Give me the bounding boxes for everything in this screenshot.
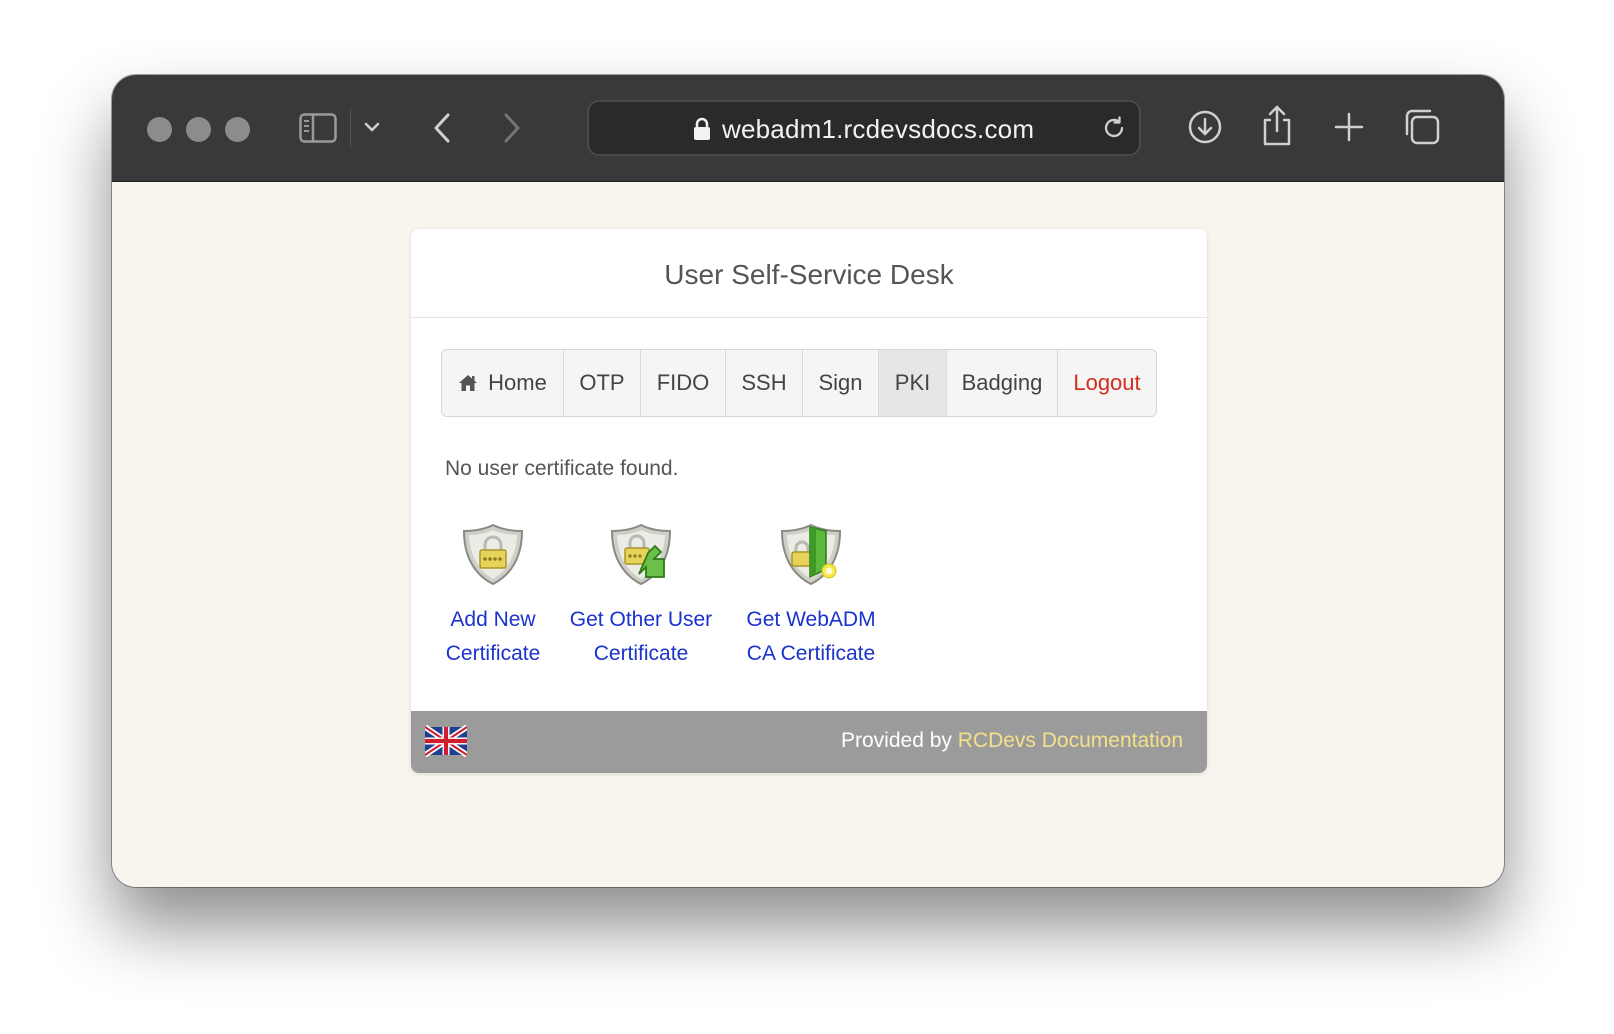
sidebar-icon[interactable] <box>298 108 338 148</box>
share-icon[interactable] <box>1260 103 1294 147</box>
get-other-user-certificate-line1: Get Other User <box>569 608 713 631</box>
self-service-card: User Self-Service Desk Home OTP FIDO SSH… <box>411 229 1207 773</box>
get-webadm-ca-certificate-line1: Get WebADM <box>746 608 876 631</box>
card-footer: Provided by RCDevs Documentation <box>411 711 1207 773</box>
lock-icon <box>693 117 711 146</box>
certificate-shield-icon <box>462 523 524 586</box>
toolbar-divider <box>350 109 351 147</box>
rcdevs-documentation-link[interactable]: RCDevs Documentation <box>958 729 1183 752</box>
url-text: webadm1.rcdevsdocs.com <box>722 114 1035 144</box>
reload-icon[interactable] <box>1101 115 1127 146</box>
page-title: User Self-Service Desk <box>664 259 954 290</box>
zoom-window-button[interactable] <box>225 117 250 142</box>
add-new-certificate-link[interactable]: Add New Certificate <box>443 519 543 671</box>
chevron-down-icon[interactable] <box>360 115 384 139</box>
nav-home-label: Home <box>488 370 547 395</box>
nav-badging[interactable]: Badging <box>947 350 1058 416</box>
status-message: No user certificate found. <box>445 457 679 480</box>
get-other-user-certificate-line2: Certificate <box>593 642 689 665</box>
forward-chevron-icon[interactable] <box>500 108 524 148</box>
download-icon[interactable] <box>1186 108 1224 146</box>
add-new-certificate-line1: Add New <box>450 608 536 631</box>
nav-ssh[interactable]: SSH <box>726 350 803 416</box>
browser-toolbar: webadm1.rcdevsdocs.com <box>112 75 1504 182</box>
ca-certificate-icon <box>780 523 842 586</box>
card-header: User Self-Service Desk <box>411 229 1207 318</box>
nav-sign[interactable]: Sign <box>803 350 879 416</box>
nav-home[interactable]: Home <box>442 350 564 416</box>
back-chevron-icon[interactable] <box>430 108 454 148</box>
nav-fido[interactable]: FIDO <box>641 350 726 416</box>
nav-logout[interactable]: Logout <box>1058 350 1156 416</box>
nav-otp[interactable]: OTP <box>564 350 641 416</box>
plus-icon[interactable] <box>1332 110 1366 144</box>
get-webadm-ca-certificate-link[interactable]: Get WebADM CA Certificate <box>736 519 886 671</box>
tabs-overview-icon[interactable] <box>1402 107 1442 147</box>
footer-credit: Provided by RCDevs Documentation <box>841 729 1183 753</box>
nav-bar: Home OTP FIDO SSH Sign PKI Badging Logou… <box>441 349 1157 417</box>
get-other-user-certificate-link[interactable]: Get Other User Certificate <box>566 519 716 671</box>
uk-flag-icon[interactable] <box>423 724 469 762</box>
home-icon <box>458 374 478 392</box>
add-new-certificate-line2: Certificate <box>445 642 541 665</box>
provided-by-label: Provided by <box>840 729 952 752</box>
certificate-download-icon <box>610 523 672 586</box>
get-webadm-ca-certificate-line2: CA Certificate <box>746 642 876 665</box>
address-bar[interactable]: webadm1.rcdevsdocs.com <box>587 100 1141 156</box>
minimize-window-button[interactable] <box>186 117 211 142</box>
nav-pki[interactable]: PKI <box>879 350 947 416</box>
close-window-button[interactable] <box>147 117 172 142</box>
browser-window: webadm1.rcdevsdocs.com User Self-Service… <box>112 75 1504 887</box>
